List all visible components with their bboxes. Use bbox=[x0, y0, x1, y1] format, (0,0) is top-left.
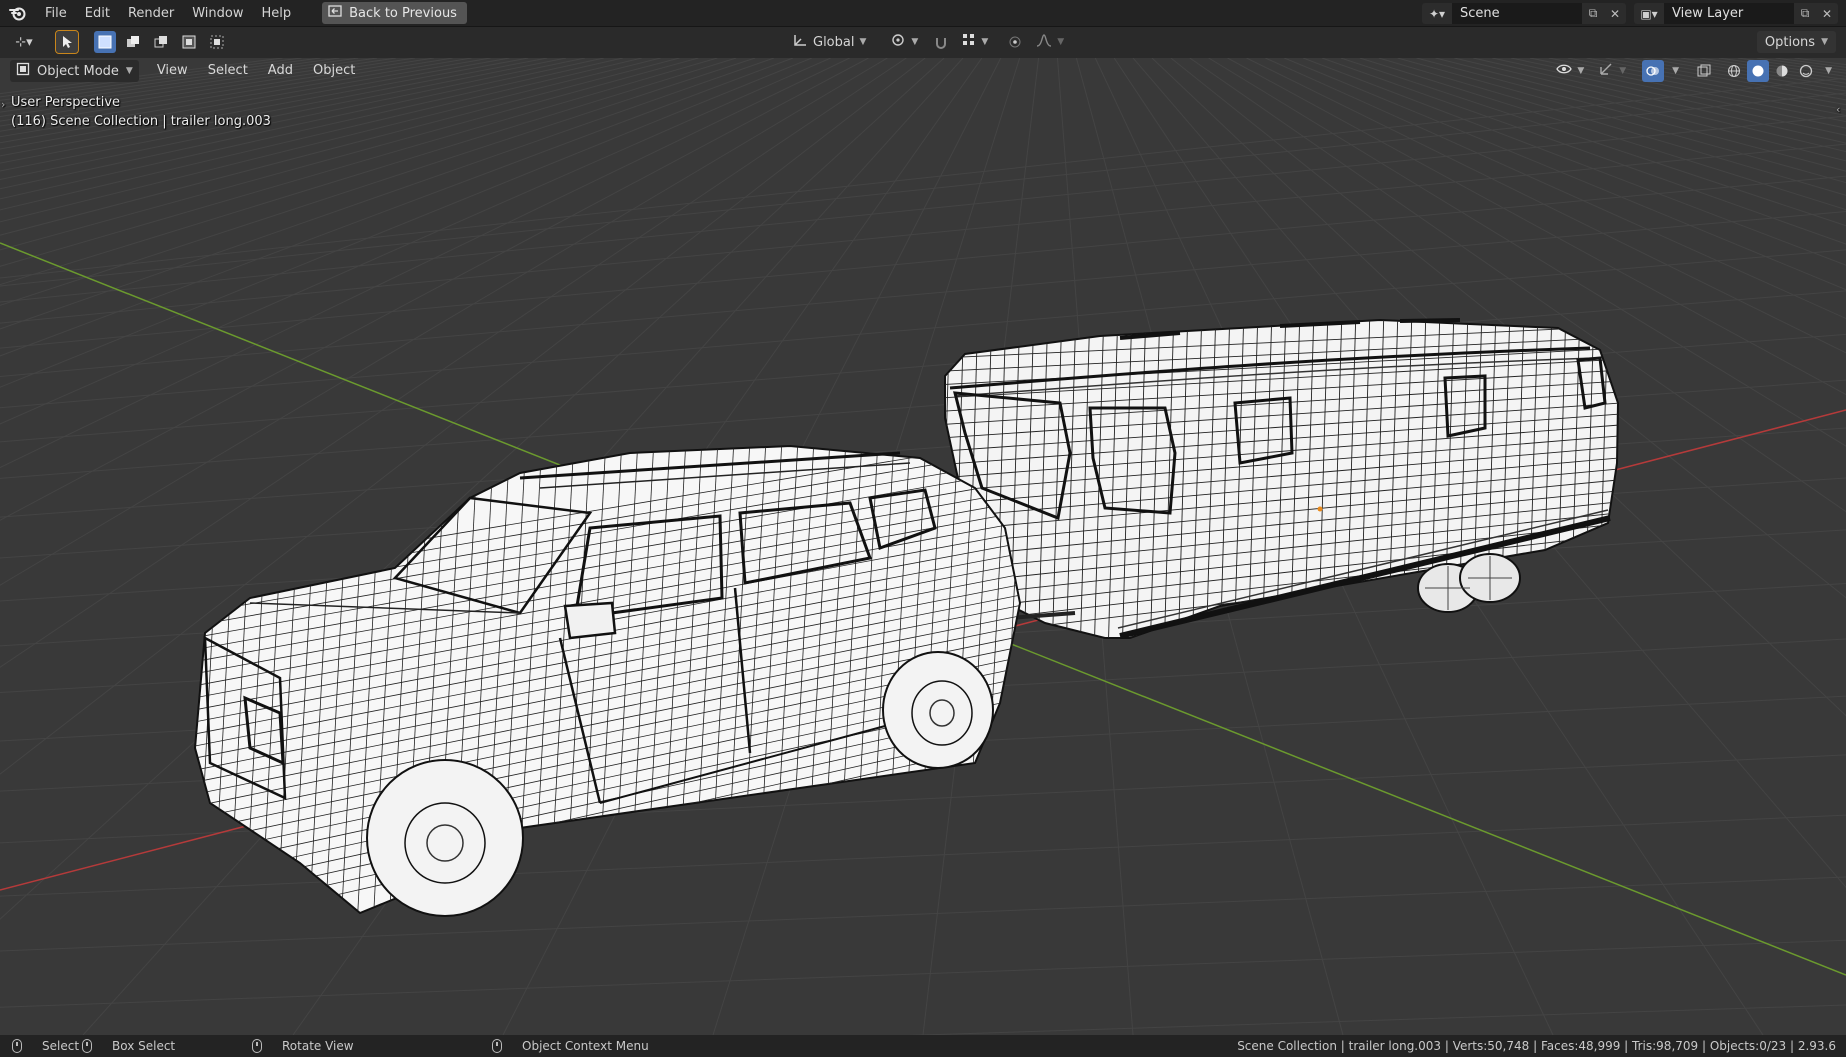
chevron-down-icon: ▼ bbox=[911, 37, 919, 47]
screen-back-icon bbox=[328, 5, 342, 21]
chevron-down-icon: ▼ bbox=[1825, 66, 1832, 76]
viewport-header: Object Mode ▼ View Select Add Object ▼ ▼… bbox=[0, 58, 1846, 84]
material-preview-shading-icon[interactable] bbox=[1771, 60, 1793, 82]
status-box-select-hint: Box Select bbox=[82, 1035, 175, 1057]
chevron-down-icon: ▼ bbox=[1821, 37, 1828, 47]
view-layer-icon[interactable]: ▣▾ bbox=[1634, 3, 1664, 24]
xray-toggle-icon[interactable] bbox=[1693, 60, 1715, 82]
pivot-point-dropdown[interactable]: ▼ bbox=[884, 31, 924, 53]
wireframe-shading-icon[interactable] bbox=[1723, 60, 1745, 82]
overlays-toggle-icon[interactable] bbox=[1642, 60, 1665, 82]
menu-render[interactable]: Render bbox=[119, 0, 183, 27]
tool-settings-bar: ⊹▾ Global ▼ ▼ ▼ ▼ Options ▼ bbox=[0, 27, 1846, 58]
trailer-wireframe[interactable] bbox=[940, 308, 1625, 658]
status-select-hint: Select bbox=[12, 1035, 79, 1057]
gizmo-icon bbox=[1598, 62, 1614, 80]
scene-icon[interactable]: ✦▾ bbox=[1422, 3, 1452, 24]
chevron-down-icon: ▼ bbox=[1672, 66, 1680, 76]
mouse-middle-icon bbox=[252, 1039, 262, 1053]
mouse-left-icon bbox=[12, 1039, 22, 1053]
mouse-right-icon bbox=[492, 1039, 502, 1053]
back-to-previous-button[interactable]: Back to Previous bbox=[322, 2, 467, 24]
view-layer-name-field[interactable]: View Layer bbox=[1664, 3, 1794, 24]
chevron-down-icon: ▼ bbox=[859, 37, 867, 47]
rendered-shading-icon[interactable] bbox=[1795, 60, 1817, 82]
delete-scene-icon[interactable]: ✕ bbox=[1604, 3, 1626, 24]
view-menu[interactable]: View bbox=[149, 60, 196, 82]
menu-edit[interactable]: Edit bbox=[76, 0, 119, 27]
scene-viewlayer-selectors: ✦▾ Scene ⧉ ✕ ▣▾ View Layer ⧉ ✕ bbox=[1422, 0, 1846, 27]
falloff-curve-icon bbox=[1036, 33, 1052, 51]
object-mode-icon bbox=[16, 62, 30, 80]
back-button-label: Back to Previous bbox=[349, 5, 457, 21]
sidebar-toggle-icon[interactable]: ‹ bbox=[1836, 103, 1840, 116]
status-rotate-label: Rotate View bbox=[282, 1039, 354, 1053]
menu-window[interactable]: Window bbox=[183, 0, 252, 27]
chevron-down-icon: ▼ bbox=[1057, 37, 1065, 47]
view-layer-selector[interactable]: ▣▾ View Layer ⧉ ✕ bbox=[1634, 3, 1838, 24]
orientation-gizmo-icon bbox=[792, 33, 808, 51]
select-new-mode-icon[interactable] bbox=[94, 31, 116, 53]
status-select-label: Select bbox=[42, 1039, 80, 1053]
menu-help[interactable]: Help bbox=[253, 0, 301, 27]
object-menu[interactable]: Object bbox=[305, 60, 363, 82]
select-intersect-mode-icon[interactable] bbox=[206, 31, 228, 53]
select-invert-mode-icon[interactable] bbox=[178, 31, 200, 53]
editor-type-icon[interactable]: ⊹▾ bbox=[8, 31, 40, 53]
viewport-scene[interactable] bbox=[0, 58, 1846, 1035]
chevron-down-icon: ▼ bbox=[1577, 66, 1585, 76]
blender-logo-icon[interactable] bbox=[0, 0, 36, 27]
select-tool-icon[interactable] bbox=[55, 30, 79, 54]
scene-selector[interactable]: ✦▾ Scene ⧉ ✕ bbox=[1422, 3, 1626, 24]
snap-toggle-icon[interactable] bbox=[930, 31, 952, 53]
chevron-down-icon: ▼ bbox=[981, 37, 989, 47]
active-collection-label: (116) Scene Collection | trailer long.00… bbox=[11, 114, 271, 129]
top-menu-bar: File Edit Render Window Help Back to Pre… bbox=[0, 0, 1846, 27]
add-menu[interactable]: Add bbox=[260, 60, 301, 82]
proportional-editing-icon[interactable] bbox=[1004, 31, 1026, 53]
proportional-falloff-dropdown[interactable]: ▼ bbox=[1030, 31, 1070, 53]
scene-name-field[interactable]: Scene bbox=[1452, 3, 1582, 24]
new-scene-icon[interactable]: ⧉ bbox=[1582, 3, 1604, 24]
status-bar: Select Box Select Rotate View Object Con… bbox=[0, 1035, 1846, 1057]
select-subtract-mode-icon[interactable] bbox=[150, 31, 172, 53]
object-mode-dropdown[interactable]: Object Mode ▼ bbox=[10, 60, 139, 82]
options-dropdown[interactable]: Options ▼ bbox=[1756, 31, 1836, 53]
transform-orientation-dropdown[interactable]: Global ▼ bbox=[786, 31, 872, 53]
chevron-down-icon: ▼ bbox=[1619, 66, 1627, 76]
select-menu[interactable]: Select bbox=[200, 60, 256, 82]
transform-orientation-label: Global bbox=[813, 34, 855, 50]
pivot-point-icon bbox=[890, 33, 906, 51]
view-perspective-label: User Perspective bbox=[11, 95, 121, 110]
eye-icon bbox=[1556, 63, 1573, 79]
status-box-select-label: Box Select bbox=[112, 1039, 176, 1053]
suv-wireframe[interactable] bbox=[165, 438, 1030, 928]
object-mode-label: Object Mode bbox=[37, 63, 119, 79]
toolbar-toggle-icon[interactable]: › bbox=[1, 98, 5, 111]
new-view-layer-icon[interactable]: ⧉ bbox=[1794, 3, 1816, 24]
select-extend-mode-icon[interactable] bbox=[122, 31, 144, 53]
delete-view-layer-icon[interactable]: ✕ bbox=[1816, 3, 1838, 24]
solid-shading-icon[interactable] bbox=[1747, 60, 1770, 82]
status-context-menu-hint: Object Context Menu bbox=[492, 1035, 649, 1057]
status-rotate-hint: Rotate View bbox=[252, 1035, 354, 1057]
scene-statistics: Scene Collection | trailer long.003 | Ve… bbox=[1237, 1039, 1836, 1053]
status-context-menu-label: Object Context Menu bbox=[522, 1039, 649, 1053]
shading-dropdown[interactable]: ▼ bbox=[1819, 60, 1838, 82]
snap-increment-icon bbox=[962, 33, 976, 51]
menu-file[interactable]: File bbox=[36, 0, 76, 27]
3d-viewport[interactable]: User Perspective (116) Scene Collection … bbox=[0, 58, 1846, 1035]
gizmo-dropdown[interactable]: ▼ bbox=[1592, 60, 1632, 82]
options-label: Options bbox=[1764, 34, 1816, 50]
object-visibility-dropdown[interactable]: ▼ bbox=[1550, 60, 1590, 82]
snap-target-dropdown[interactable]: ▼ bbox=[956, 31, 994, 53]
mouse-drag-icon bbox=[82, 1039, 92, 1053]
overlays-dropdown[interactable]: ▼ bbox=[1666, 60, 1685, 82]
chevron-down-icon: ▼ bbox=[125, 66, 133, 76]
